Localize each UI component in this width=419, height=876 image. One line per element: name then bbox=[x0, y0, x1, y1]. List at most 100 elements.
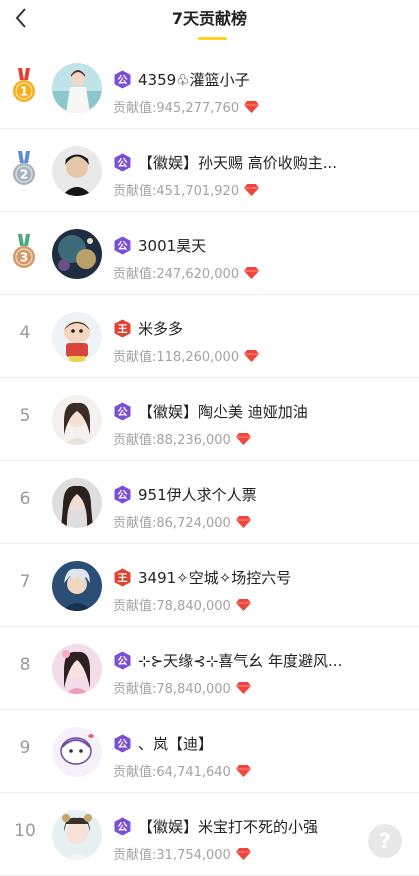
rank-number: 7 bbox=[19, 572, 31, 592]
contribution: 贡献值:31,754,000 bbox=[113, 844, 251, 863]
gem-icon bbox=[239, 267, 260, 282]
silver-medal-icon: 2 bbox=[11, 151, 37, 187]
contribution: 贡献值:945,277,760 bbox=[113, 97, 260, 116]
ranking-row[interactable]: 3 公 3001昊天贡献值:247,620,000 bbox=[0, 212, 419, 295]
contribution-label: 贡献值: bbox=[113, 433, 157, 448]
gem-icon bbox=[231, 599, 251, 614]
contribution-label: 贡献值: bbox=[113, 350, 157, 365]
gem-icon bbox=[231, 433, 251, 448]
user-name: ⊹⊱天缘⊰⊹喜气幺 年度避风... bbox=[138, 652, 343, 670]
avatar[interactable] bbox=[52, 644, 102, 694]
svg-text:公: 公 bbox=[118, 407, 128, 419]
contribution-value: 31,754,000 bbox=[156, 848, 231, 863]
svg-text:公: 公 bbox=[118, 158, 128, 170]
contribution-label: 贡献值: bbox=[113, 101, 157, 116]
avatar[interactable] bbox=[52, 561, 102, 611]
ranking-row[interactable]: 8 公 ⊹⊱天缘⊰⊹喜气幺 年度避风... 贡献值:78,840,000 bbox=[0, 627, 419, 710]
svg-text:公: 公 bbox=[118, 241, 128, 253]
svg-text:公: 公 bbox=[118, 739, 128, 751]
avatar[interactable] bbox=[52, 478, 102, 528]
svg-text:2: 2 bbox=[20, 168, 28, 182]
guild-badge-icon: 公 bbox=[113, 817, 132, 836]
guild-badge-icon: 公 bbox=[113, 153, 132, 172]
gem-icon bbox=[239, 350, 260, 365]
avatar[interactable] bbox=[52, 146, 102, 196]
user-name: 米多多 bbox=[138, 320, 184, 338]
ranking-row[interactable]: 7 王 3491✧空城✧场控六号贡献值:78,840,000 bbox=[0, 544, 419, 627]
guild-badge-icon: 公 bbox=[113, 734, 132, 753]
guild-badge-icon: 公 bbox=[113, 485, 132, 504]
user-name: 3001昊天 bbox=[138, 237, 207, 255]
page-title: 7天贡献榜 bbox=[171, 9, 248, 28]
contribution-value: 247,620,000 bbox=[156, 267, 240, 282]
gold-medal-icon: 1 bbox=[11, 68, 37, 104]
gem-icon bbox=[239, 101, 260, 116]
help-button[interactable]: ? bbox=[368, 824, 402, 858]
title-underline bbox=[198, 37, 227, 40]
user-name: 3491✧空城✧场控六号 bbox=[138, 569, 292, 587]
contribution: 贡献值:451,701,920 bbox=[113, 180, 260, 199]
ranking-row[interactable]: 1 公 4359♧灌篮小子 贡献值:945,277,760 bbox=[0, 46, 419, 129]
svg-text:公: 公 bbox=[118, 490, 128, 502]
header: 7天贡献榜 bbox=[0, 0, 419, 46]
contribution: 贡献值:88,236,000 bbox=[113, 429, 251, 448]
svg-text:王: 王 bbox=[118, 573, 128, 585]
contribution-value: 88,236,000 bbox=[156, 433, 231, 448]
ranking-row[interactable]: 6 公 951伊人求个人票贡献值:86,724,000 bbox=[0, 461, 419, 544]
avatar[interactable] bbox=[52, 229, 102, 279]
ranking-row[interactable]: 4 王米多多贡献值:118,260,000 bbox=[0, 295, 419, 378]
bronze-medal-icon: 3 bbox=[11, 234, 37, 270]
contribution-value: 78,840,000 bbox=[156, 599, 231, 614]
user-name: 【徽娱】孙天赐 高价收购主... bbox=[138, 154, 338, 172]
contribution-value: 64,741,640 bbox=[156, 765, 231, 780]
avatar[interactable] bbox=[52, 810, 102, 860]
contribution: 贡献值:64,741,640 bbox=[113, 761, 251, 780]
contribution-value: 86,724,000 bbox=[156, 516, 231, 531]
contribution-value: 451,701,920 bbox=[156, 184, 240, 199]
rank-number: 9 bbox=[19, 738, 31, 758]
gem-icon bbox=[231, 848, 251, 863]
contribution-value: 945,277,760 bbox=[156, 101, 240, 116]
svg-text:3: 3 bbox=[20, 251, 28, 265]
avatar[interactable] bbox=[52, 63, 102, 113]
contribution-label: 贡献值: bbox=[113, 516, 157, 531]
gem-icon bbox=[231, 765, 251, 780]
ranking-row[interactable]: 2 公【徽娱】孙天赐 高价收购主... 贡献值:451,701,920 bbox=[0, 129, 419, 212]
contribution: 贡献值:247,620,000 bbox=[113, 263, 260, 282]
ranking-list: 1 公 4359♧灌篮小子 贡献值:945,277,760 2 公【徽娱】孙天赐 高价收购… bbox=[0, 46, 419, 876]
contribution-label: 贡献值: bbox=[113, 682, 157, 697]
contribution: 贡献值:78,840,000 bbox=[113, 678, 251, 697]
ranking-row[interactable]: 10 公【徽娱】米宝打不死的小强贡献值:31,754,000 bbox=[0, 793, 419, 876]
guild-badge-icon: 公 bbox=[113, 651, 132, 670]
svg-text:公: 公 bbox=[118, 656, 128, 668]
ranking-row[interactable]: 5 公【徽娱】陶尐美 迪娅加油 贡献值:88,236,000 bbox=[0, 378, 419, 461]
avatar[interactable] bbox=[52, 727, 102, 777]
rank-number: 4 bbox=[19, 323, 31, 343]
king-badge-icon: 王 bbox=[113, 319, 132, 338]
avatar[interactable] bbox=[52, 395, 102, 445]
contribution: 贡献值:78,840,000 bbox=[113, 595, 251, 614]
svg-text:1: 1 bbox=[20, 85, 28, 99]
rank-number: 8 bbox=[19, 655, 31, 675]
contribution: 贡献值:118,260,000 bbox=[113, 346, 260, 365]
contribution-label: 贡献值: bbox=[113, 184, 157, 199]
rank-number: 6 bbox=[19, 489, 31, 509]
gem-icon bbox=[239, 184, 260, 199]
guild-badge-icon: 公 bbox=[113, 402, 132, 421]
guild-badge-icon: 公 bbox=[113, 236, 132, 255]
contribution-value: 78,840,000 bbox=[156, 682, 231, 697]
avatar[interactable] bbox=[52, 312, 102, 362]
contribution-label: 贡献值: bbox=[113, 765, 157, 780]
rank-number: 10 bbox=[14, 821, 36, 841]
user-name: 、岚【迪】 bbox=[138, 735, 214, 753]
contribution-value: 118,260,000 bbox=[156, 350, 240, 365]
svg-text:公: 公 bbox=[118, 75, 128, 87]
user-name: 951伊人求个人票 bbox=[138, 486, 257, 504]
contribution-label: 贡献值: bbox=[113, 267, 157, 282]
rank-number: 5 bbox=[19, 406, 31, 426]
svg-text:公: 公 bbox=[118, 822, 128, 834]
ranking-row[interactable]: 9 公、岚【迪】贡献值:64,741,640 bbox=[0, 710, 419, 793]
king-badge-icon: 王 bbox=[113, 568, 132, 587]
contribution: 贡献值:86,724,000 bbox=[113, 512, 251, 531]
user-name: 【徽娱】米宝打不死的小强 bbox=[138, 818, 319, 836]
